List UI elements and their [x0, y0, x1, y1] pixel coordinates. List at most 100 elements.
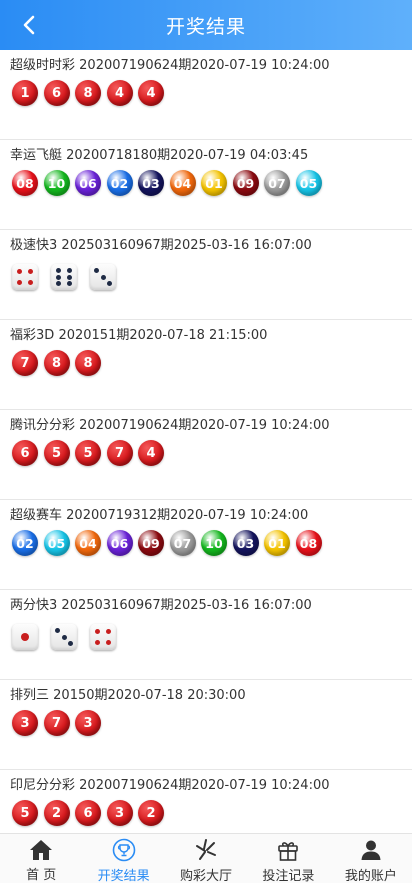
number-ball: 08 — [295, 530, 322, 556]
tab-label: 开奖结果 — [97, 869, 150, 883]
number-balls: 373 — [12, 710, 107, 736]
issue-number: 2020151期 — [58, 328, 130, 343]
number-ball: 5 — [12, 800, 38, 826]
number-ball: 04 — [75, 530, 101, 556]
gift-icon — [276, 838, 300, 862]
draw-time: 2020-07-18 20:30:00 — [107, 688, 246, 703]
die-pip — [105, 639, 111, 645]
trophy-icon — [112, 838, 136, 862]
die-face-4 — [12, 264, 38, 290]
number-ball: 4 — [106, 80, 133, 106]
die-pip — [67, 640, 73, 646]
result-title: 极速快3 202503160967期2025-03-16 16:07:00 — [10, 234, 312, 253]
number-ball: 07 — [264, 170, 290, 196]
draw-time: 2025-03-16 16:07:00 — [173, 598, 312, 613]
number-ball: 8 — [75, 350, 101, 376]
result-item[interactable]: 两分快3 202503160967期2025-03-16 16:07:00 — [0, 590, 412, 680]
tab-user[interactable]: 我的账户 — [330, 834, 412, 883]
tab-label: 投注记录 — [262, 869, 315, 883]
result-title: 两分快3 202503160967期2025-03-16 16:07:00 — [10, 594, 312, 613]
number-ball: 8 — [43, 350, 70, 376]
number-ball: 03 — [232, 530, 259, 556]
die-face-6 — [51, 264, 77, 290]
draw-time: 2020-07-19 04:03:45 — [170, 148, 309, 163]
number-ball: 6 — [43, 80, 70, 106]
dice-row — [12, 264, 129, 290]
result-item[interactable]: 幸运飞艇 20200718180期2020-07-19 04:03:45 08 10… — [0, 140, 412, 230]
die-pip — [27, 279, 33, 285]
lottery-name: 超级赛车 — [10, 508, 63, 523]
lottery-name: 幸运飞艇 — [10, 148, 63, 163]
result-item[interactable]: 印尼分分彩 202007190624期2020-07-19 10:24:00 5 2… — [0, 770, 412, 833]
tab-trophy[interactable]: 开奖结果 — [82, 834, 164, 883]
die-pip — [95, 629, 101, 635]
die-pip — [105, 629, 111, 635]
number-ball: 01 — [264, 530, 290, 556]
lottery-name: 腾讯分分彩 — [10, 418, 76, 433]
top-bar: 开奖结果 — [0, 0, 412, 50]
number-ball: 05 — [295, 170, 322, 196]
result-item[interactable]: 腾讯分分彩 202007190624期2020-07-19 10:24:00 6 5… — [0, 410, 412, 500]
number-ball: 7 — [106, 440, 133, 466]
result-item[interactable]: 超级赛车 20200719312期2020-07-19 10:24:00 02 05… — [0, 500, 412, 590]
tab-gift[interactable]: 投注记录 — [247, 834, 329, 883]
number-ball: 3 — [106, 800, 133, 826]
tab-home[interactable]: 首 页 — [0, 834, 82, 883]
tab-label: 首 页 — [26, 868, 57, 883]
draw-time: 2020-07-19 10:24:00 — [191, 418, 330, 433]
result-item[interactable]: 排列三 20150期2020-07-18 20:30:00 3 7 3 — [0, 680, 412, 770]
result-title: 超级时时彩 202007190624期2020-07-19 10:24:00 — [10, 54, 330, 73]
user-icon — [359, 838, 383, 862]
number-ball: 04 — [169, 170, 196, 196]
issue-number: 202007190624期 — [79, 778, 192, 793]
number-ball: 4 — [138, 80, 164, 106]
results-list[interactable]: 超级时时彩 202007190624期2020-07-19 10:24:00 1 6… — [0, 50, 412, 833]
number-ball: 3 — [75, 710, 101, 736]
number-ball: 1 — [12, 80, 38, 106]
number-ball: 3 — [12, 710, 38, 736]
number-ball: 05 — [43, 530, 70, 556]
tab-lottery-hall[interactable]: 购彩大厅 — [165, 834, 247, 883]
die-pip — [56, 267, 62, 273]
issue-number: 202007190624期 — [79, 418, 192, 433]
result-title: 印尼分分彩 202007190624期2020-07-19 10:24:00 — [10, 774, 330, 793]
die-pip — [106, 280, 112, 286]
back-button[interactable] — [14, 10, 44, 40]
number-balls: 16844 — [12, 80, 170, 106]
result-item[interactable]: 超级时时彩 202007190624期2020-07-19 10:24:00 1 6… — [0, 50, 412, 140]
die-pip — [17, 269, 23, 275]
number-ball: 10 — [43, 170, 70, 196]
die-pip — [94, 268, 100, 274]
die-pip — [61, 634, 67, 640]
result-title: 超级赛车 20200719312期2020-07-19 10:24:00 — [10, 504, 308, 523]
chevron-left-icon — [23, 15, 35, 35]
draw-time: 2025-03-16 16:07:00 — [173, 238, 312, 253]
lottery-name: 排列三 — [10, 688, 50, 703]
number-ball: 4 — [138, 440, 164, 466]
die-face-4 — [90, 624, 116, 650]
lottery-name: 两分快3 — [10, 598, 58, 613]
number-ball: 7 — [12, 350, 38, 376]
number-ball: 07 — [169, 530, 196, 556]
issue-number: 20200718180期 — [66, 148, 171, 163]
result-item[interactable]: 极速快3 202503160967期2025-03-16 16:07:00 — [0, 230, 412, 320]
dice-row — [12, 624, 129, 650]
number-balls: 02 05 04 06 09 07 10 03 01 08 — [12, 530, 327, 556]
die-pip — [55, 628, 61, 634]
draw-time: 2020-07-18 21:15:00 — [129, 328, 268, 343]
number-ball: 2 — [43, 800, 70, 826]
number-ball: 8 — [75, 80, 101, 106]
issue-number: 20150期 — [53, 688, 108, 703]
number-ball: 2 — [138, 800, 164, 826]
die-pip — [56, 281, 62, 287]
die-pip — [95, 639, 101, 645]
tab-label: 我的账户 — [344, 869, 397, 883]
result-item[interactable]: 福彩3D 2020151期2020-07-18 21:15:00 7 8 8 — [0, 320, 412, 410]
die-pip — [66, 267, 72, 273]
number-ball: 08 — [12, 170, 38, 196]
home-icon — [29, 838, 53, 861]
lottery-hall-icon — [194, 838, 218, 862]
number-ball: 6 — [75, 800, 101, 826]
draw-time: 2020-07-19 10:24:00 — [191, 58, 330, 73]
lottery-name: 超级时时彩 — [10, 58, 76, 73]
